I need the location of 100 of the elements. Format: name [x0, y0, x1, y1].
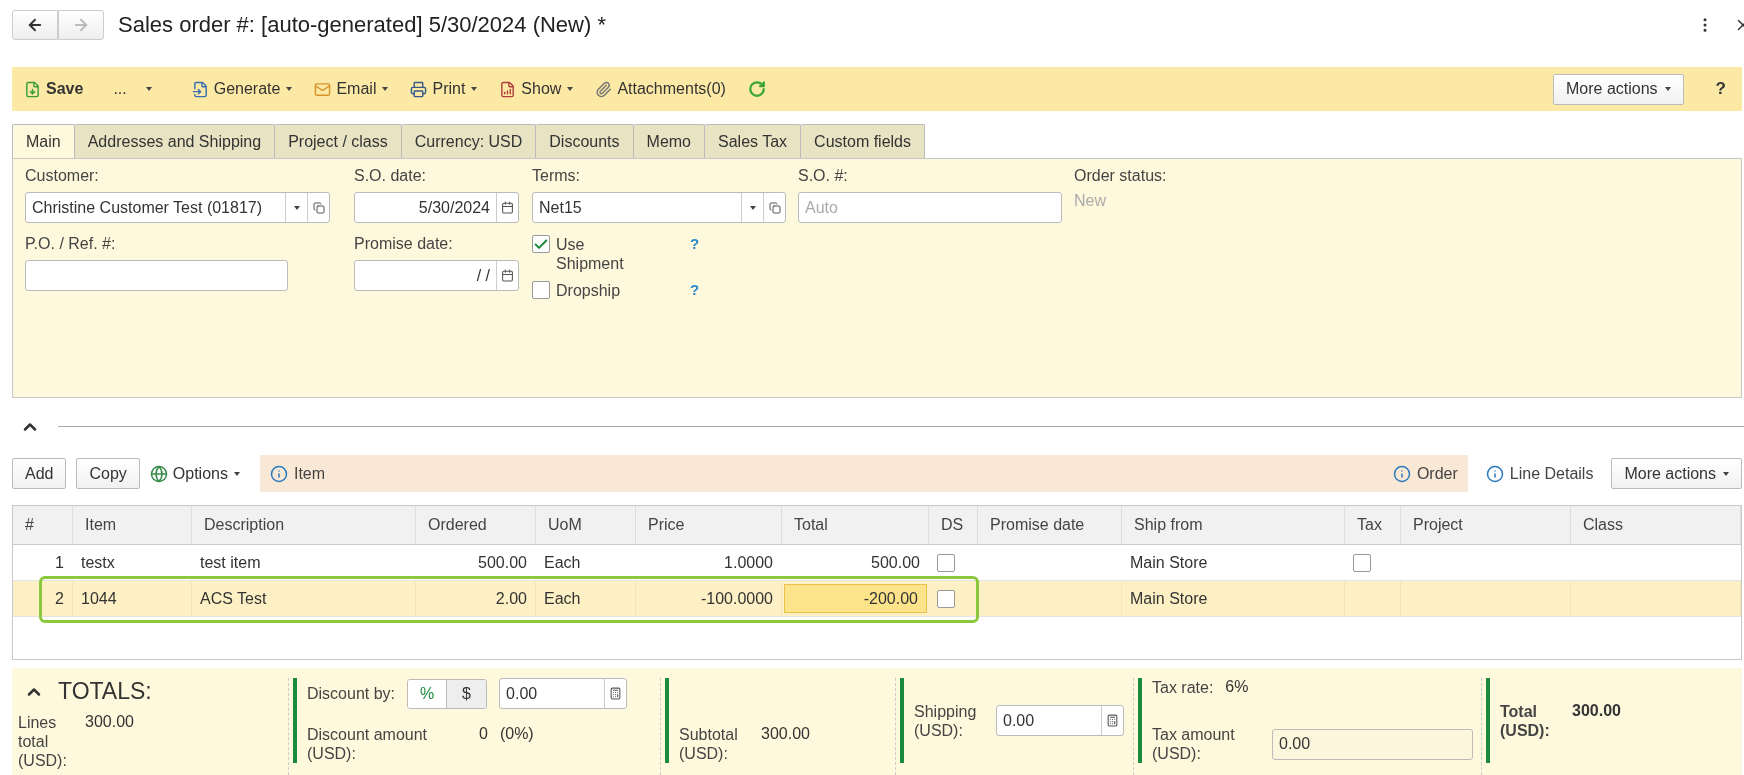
order-info-link[interactable]: Order — [1392, 464, 1458, 483]
caret-icon — [382, 87, 389, 91]
chart-document-icon — [499, 80, 517, 98]
table-cell: 500.00 — [871, 553, 920, 572]
column-header[interactable]: Description — [192, 506, 416, 544]
column-header[interactable]: Class — [1571, 506, 1741, 544]
tab[interactable]: Main — [12, 124, 75, 158]
generate-button[interactable]: Generate — [191, 80, 293, 98]
table-cell: 1.0000 — [724, 553, 773, 572]
right-arrow-icon — [72, 16, 90, 34]
caret-icon — [1723, 471, 1729, 476]
help-link[interactable]: ? — [690, 235, 700, 252]
caret-icon[interactable] — [750, 205, 756, 210]
caret-icon — [471, 87, 478, 91]
totals-title: TOTALS: — [58, 678, 152, 705]
total-label: Tax rate: — [1152, 678, 1214, 697]
open-icon[interactable] — [768, 201, 781, 214]
total-value: (0%) — [499, 725, 534, 743]
save-button[interactable]: Save — [24, 80, 84, 98]
tab[interactable]: Custom fields — [801, 124, 925, 158]
total-label: Discount amount (USD): — [307, 725, 429, 763]
help-button[interactable]: ? — [1715, 79, 1726, 99]
customer-field[interactable]: Christine Customer Test (01817) — [25, 192, 330, 223]
save-icon — [24, 80, 41, 98]
total-label: Shipping (USD): — [914, 701, 978, 740]
back-button[interactable] — [12, 10, 58, 40]
options-button[interactable]: Options — [149, 464, 240, 483]
caret-icon — [567, 87, 574, 91]
column-header[interactable]: Ordered — [416, 506, 536, 544]
calendar-icon[interactable] — [501, 201, 514, 214]
column-header[interactable]: Ship from — [1122, 506, 1345, 544]
checkbox[interactable] — [937, 589, 955, 608]
help-link[interactable]: ? — [690, 281, 700, 298]
total-label: Discount by: — [307, 684, 396, 703]
field-label: S.O. date: — [354, 167, 428, 186]
add-button[interactable]: Add — [12, 458, 67, 489]
tab[interactable]: Currency: USD — [401, 124, 537, 158]
column-header[interactable]: DS — [929, 506, 978, 544]
total-label: Subtotal (USD): — [679, 725, 739, 763]
calculator-icon[interactable] — [609, 687, 623, 700]
discount-type-button[interactable]: % — [408, 679, 448, 708]
column-header[interactable]: # — [13, 506, 73, 544]
field-label: P.O. / Ref. #: — [25, 235, 117, 254]
window-title: Sales order #: [auto-generated] 5/30/2024 (New) * — [118, 12, 607, 38]
table-row[interactable]: 2 1044 ACS Test 2.00 Each -100.0000 -200.00 Main Store — [13, 581, 1741, 617]
table-cell: ACS Test — [200, 589, 267, 608]
column-header[interactable]: UoM — [536, 506, 636, 544]
email-button[interactable]: Email — [314, 80, 389, 98]
caret-icon — [1664, 87, 1671, 91]
column-header[interactable]: Item — [73, 506, 192, 544]
date-field[interactable]: 5/30/2024 — [354, 192, 519, 223]
checkbox-label: Dropship — [556, 281, 622, 300]
attach-button[interactable]: Attachments(0) — [595, 80, 726, 98]
globe-icon — [149, 464, 168, 483]
show-button[interactable]: Show — [499, 80, 574, 98]
table-cell: Each — [544, 553, 581, 572]
info-icon — [1485, 464, 1504, 483]
refresh-button[interactable] — [747, 80, 766, 98]
more-actions-button[interactable]: More actions — [1553, 73, 1684, 105]
mail-icon — [314, 80, 332, 98]
column-header[interactable]: Project — [1401, 506, 1571, 544]
column-header[interactable]: Total — [782, 506, 929, 544]
copy-button[interactable]: Copy — [76, 458, 140, 489]
more-menu-button[interactable]: ... — [113, 80, 152, 98]
checkbox[interactable] — [532, 281, 550, 299]
item-info-link[interactable]: Item — [269, 464, 326, 483]
print-button[interactable]: Print — [410, 80, 478, 98]
terms-field[interactable]: Net15 — [532, 192, 786, 223]
line-details-link[interactable]: Line Details — [1485, 464, 1594, 483]
calculator-icon[interactable] — [1106, 714, 1119, 727]
tab[interactable]: Discounts — [536, 124, 634, 158]
checkbox[interactable] — [937, 553, 955, 572]
checkbox[interactable] — [532, 235, 550, 253]
field-label: Customer: — [25, 167, 100, 186]
tab[interactable]: Project / class — [275, 124, 402, 158]
po-ref-field[interactable] — [25, 260, 288, 291]
caret-icon[interactable] — [294, 205, 300, 210]
document-arrow-icon — [191, 80, 209, 98]
column-header[interactable]: Promise date — [978, 506, 1122, 544]
table-cell: testx — [81, 553, 115, 572]
tab[interactable]: Memo — [633, 124, 705, 158]
caret-icon — [233, 471, 240, 476]
discount-type-button[interactable]: $ — [447, 679, 487, 708]
tax-amount-field: 0.00 — [1272, 728, 1473, 760]
total-value: 300.00 — [1572, 701, 1621, 720]
shipping-field[interactable]: 0.00 — [996, 705, 1124, 736]
calendar-icon[interactable] — [501, 269, 514, 282]
tab[interactable]: Sales Tax — [705, 124, 802, 158]
discount-field[interactable]: 0.00 — [499, 678, 628, 709]
column-header[interactable]: Tax — [1345, 506, 1401, 544]
table-cell: Main Store — [1130, 589, 1208, 608]
info-icon — [1392, 464, 1411, 483]
more-actions-button[interactable]: More actions — [1611, 458, 1742, 489]
column-header[interactable]: Price — [636, 506, 782, 544]
date-field[interactable]: / / — [354, 260, 519, 291]
tab[interactable]: Addresses and Shipping — [74, 124, 276, 158]
printer-icon — [410, 80, 428, 98]
table-cell: test item — [200, 553, 261, 572]
open-icon[interactable] — [312, 201, 325, 214]
checkbox[interactable] — [1353, 553, 1371, 572]
